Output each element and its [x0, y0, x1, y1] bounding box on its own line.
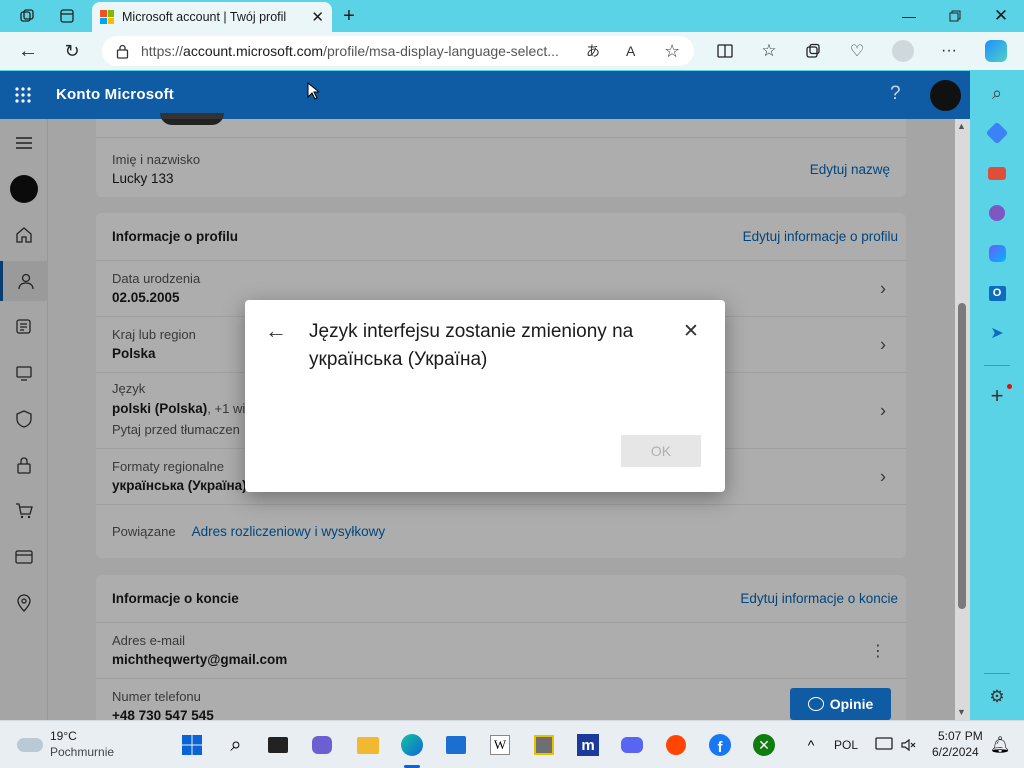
start-windows-icon[interactable]: [178, 731, 206, 759]
dialog-title: Język interfejsu zostanie zmieniony na у…: [309, 321, 634, 370]
scroll-up-icon[interactable]: ▲: [957, 121, 966, 131]
sidebar-divider: [984, 365, 1010, 366]
new-tab-icon[interactable]: +: [334, 0, 364, 32]
weather-condition[interactable]: Pochmurnie: [50, 745, 114, 760]
chat-bubble-icon: [807, 697, 824, 711]
teams-chat-icon[interactable]: [308, 731, 336, 759]
sidebar-divider: [984, 673, 1010, 674]
scrollbar-thumb[interactable]: [958, 303, 966, 609]
notifications-bell-icon[interactable]: 🔔︎: [986, 731, 1014, 759]
clock-time[interactable]: 5:07 PM: [938, 729, 983, 744]
close-tab-icon[interactable]: ✕: [311, 8, 324, 26]
file-explorer-icon[interactable]: [354, 731, 382, 759]
tab-title: Microsoft account | Twój profil: [122, 10, 287, 24]
close-dialog-icon[interactable]: ✕: [683, 320, 699, 343]
discord-icon[interactable]: [618, 731, 646, 759]
chevron-up-icon[interactable]: ^: [797, 731, 825, 759]
weather-temp[interactable]: 19°C: [50, 729, 77, 744]
scroll-down-icon[interactable]: ▼: [957, 707, 966, 717]
user-avatar[interactable]: [930, 80, 961, 111]
edge-browser-icon[interactable]: [398, 731, 426, 759]
site-title[interactable]: Konto Microsoft: [56, 86, 174, 103]
back-arrow-icon[interactable]: ←: [265, 318, 287, 344]
cloud-weather-icon[interactable]: [16, 731, 44, 759]
microsoft-logo-icon: [100, 10, 114, 24]
minimize-icon[interactable]: —: [886, 0, 932, 32]
notification-dot: [1007, 384, 1012, 389]
restore-icon[interactable]: [932, 0, 978, 32]
collections-icon[interactable]: [798, 36, 828, 66]
lock-icon: [116, 44, 129, 59]
browser-toolbar: ← ↻ https://account.microsoft.com/profil…: [0, 32, 1024, 70]
shopping-bag-icon[interactable]: [530, 731, 558, 759]
wikipedia-icon[interactable]: W: [486, 731, 514, 759]
outlook-icon[interactable]: O: [983, 279, 1011, 307]
windows-taskbar: 19°C Pochmurnie ⌕ W m f ✕ ^ POL 5:07 PM …: [0, 720, 1024, 768]
split-screen-icon[interactable]: [710, 36, 740, 66]
search-taskbar-icon[interactable]: ⌕: [222, 731, 250, 759]
input-language[interactable]: POL: [834, 738, 858, 753]
task-view-icon[interactable]: [264, 731, 292, 759]
language-change-dialog: ← Język interfejsu zostanie zmieniony na…: [245, 300, 725, 492]
feedback-button[interactable]: Opinie: [790, 688, 891, 720]
facebook-icon[interactable]: f: [706, 731, 734, 759]
shopping-tag-icon[interactable]: [983, 119, 1011, 147]
games-icon[interactable]: [983, 199, 1011, 227]
edge-sidebar: ⌕ O ➤ + ⚙: [970, 71, 1024, 720]
feedback-label: Opinie: [829, 696, 874, 712]
xbox-icon[interactable]: ✕: [750, 731, 778, 759]
search-icon[interactable]: ⌕: [983, 79, 1011, 107]
help-icon[interactable]: ?: [890, 83, 901, 105]
m-app-icon[interactable]: m: [574, 731, 602, 759]
volume-muted-icon[interactable]: [894, 731, 922, 759]
close-window-icon[interactable]: ✕: [978, 0, 1024, 32]
browser-essentials-icon[interactable]: ♡: [842, 36, 872, 66]
url-path: /profile/msa-display-language-select...: [323, 43, 559, 59]
send-icon[interactable]: ➤: [983, 319, 1011, 347]
translate-icon[interactable]: あ: [586, 41, 600, 61]
app-launcher-icon[interactable]: [14, 86, 32, 104]
read-aloud-icon[interactable]: A: [626, 43, 635, 59]
workspaces-icon[interactable]: [12, 0, 42, 32]
settings-more-icon[interactable]: ···: [934, 36, 964, 66]
address-bar[interactable]: https://account.microsoft.com/profile/ms…: [102, 36, 694, 66]
site-header: Konto Microsoft ?: [0, 71, 970, 119]
favorite-star-icon[interactable]: ☆: [664, 41, 680, 62]
ok-button[interactable]: OK: [621, 435, 701, 467]
refresh-icon[interactable]: ↻: [57, 36, 87, 66]
copilot-icon[interactable]: [981, 36, 1011, 66]
reddit-icon[interactable]: [662, 731, 690, 759]
clock-date[interactable]: 6/2/2024: [932, 745, 979, 760]
microsoft-store-icon[interactable]: [442, 731, 470, 759]
tab-actions-icon[interactable]: [52, 0, 82, 32]
tools-briefcase-icon[interactable]: [983, 159, 1011, 187]
mouse-cursor-icon: [307, 82, 319, 100]
back-icon[interactable]: ←: [13, 36, 43, 66]
browser-title-bar: Microsoft account | Twój profil ✕ + — ✕: [0, 0, 1024, 32]
favorites-icon[interactable]: ☆: [754, 36, 784, 66]
web-page: Konto Microsoft ? Imię i nazwisko Lucky …: [0, 71, 970, 720]
profile-avatar-icon[interactable]: [888, 36, 918, 66]
tab-microsoft-account[interactable]: Microsoft account | Twój profil ✕: [92, 2, 332, 32]
url-domain: account.microsoft.com: [183, 43, 324, 59]
gear-icon[interactable]: ⚙: [983, 683, 1011, 711]
url-prefix: https://: [141, 43, 184, 59]
microsoft-365-icon[interactable]: [983, 239, 1011, 267]
